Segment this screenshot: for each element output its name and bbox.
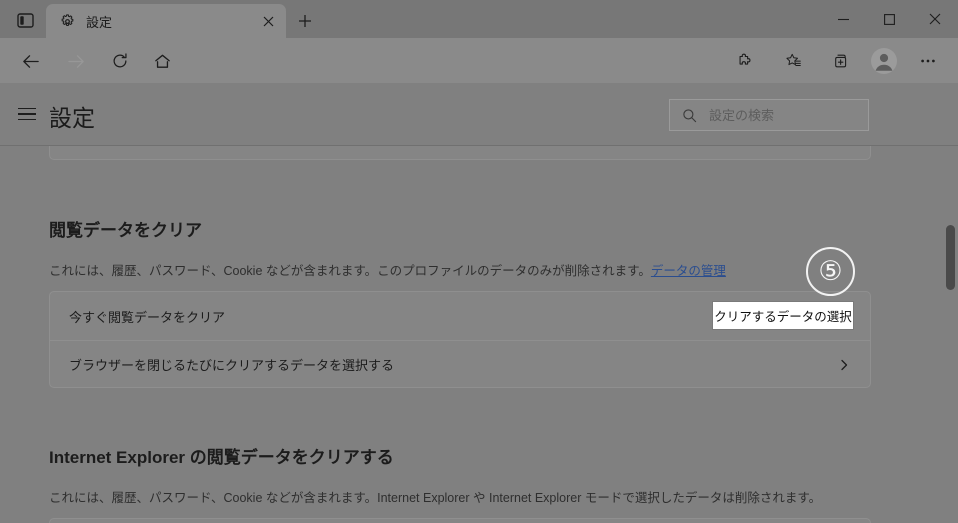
section-description-clear-ie-data: これには、履歴、パスワード、Cookie などが含まれます。Internet E… bbox=[49, 491, 822, 505]
forward-icon bbox=[60, 45, 92, 77]
home-icon[interactable] bbox=[146, 45, 178, 77]
search-input[interactable] bbox=[707, 106, 847, 124]
gear-icon bbox=[58, 12, 76, 30]
chevron-right-icon bbox=[838, 359, 850, 371]
tab-settings[interactable]: 設定 bbox=[46, 4, 286, 38]
browser-window: 設定 設定 設定の検索 閲覧データをクリア これには、履歴、パスワード、Cook… bbox=[0, 0, 958, 523]
favorites-star-icon[interactable] bbox=[778, 45, 810, 77]
scrollbar-thumb[interactable] bbox=[946, 225, 955, 290]
annotation-step-5: ⑤ bbox=[806, 247, 855, 296]
content-scrollbar[interactable] bbox=[943, 146, 958, 523]
new-tab-button[interactable] bbox=[292, 8, 318, 34]
next-section-card bbox=[49, 518, 871, 523]
collections-icon[interactable] bbox=[826, 45, 858, 77]
refresh-icon[interactable] bbox=[104, 45, 136, 77]
manage-data-link[interactable]: データの管理 bbox=[651, 264, 726, 278]
hamburger-line bbox=[18, 118, 36, 121]
section-title-clear-browsing-data: 閲覧データをクリア bbox=[49, 221, 202, 240]
previous-section-card bbox=[49, 146, 871, 160]
close-window-button[interactable] bbox=[912, 0, 958, 38]
section-description-text: これには、履歴、パスワード、Cookie などが含まれます。このプロファイルのデ… bbox=[49, 264, 651, 278]
tab-title: 設定 bbox=[86, 14, 113, 30]
row-clear-on-close[interactable]: ブラウザーを閉じるたびにクリアするデータを選択する bbox=[50, 340, 870, 388]
title-bar: 設定 bbox=[0, 0, 958, 38]
row-label-clear-on-close: ブラウザーを閉じるたびにクリアするデータを選択する bbox=[69, 358, 395, 373]
browser-toolbar: Edge edge://settings/privacy bbox=[0, 38, 958, 114]
profile-avatar-icon[interactable] bbox=[868, 45, 900, 77]
close-icon[interactable] bbox=[255, 8, 281, 34]
maximize-button[interactable] bbox=[866, 0, 912, 38]
choose-what-to-clear-button[interactable]: クリアするデータの選択 bbox=[712, 301, 854, 330]
hamburger-line bbox=[18, 113, 36, 115]
minimize-button[interactable] bbox=[820, 0, 866, 38]
settings-content: 閲覧データをクリア これには、履歴、パスワード、Cookie などが含まれます。… bbox=[0, 146, 958, 523]
hamburger-menu-icon[interactable] bbox=[18, 104, 40, 124]
row-label-clear-now: 今すぐ閲覧データをクリア bbox=[69, 309, 226, 325]
settings-search-box[interactable] bbox=[669, 99, 869, 131]
page-title: 設定 bbox=[49, 105, 95, 131]
section-title-clear-ie-data: Internet Explorer の閲覧データをクリアする bbox=[49, 448, 394, 467]
puzzle-icon[interactable] bbox=[730, 45, 762, 77]
window-controls bbox=[820, 0, 958, 38]
tab-actions-icon[interactable] bbox=[10, 8, 40, 32]
back-icon[interactable] bbox=[14, 45, 46, 77]
hamburger-line bbox=[18, 107, 36, 110]
section-description-clear-browsing-data: これには、履歴、パスワード、Cookie などが含まれます。このプロファイルのデ… bbox=[49, 260, 726, 279]
more-ellipsis-icon[interactable] bbox=[912, 45, 944, 77]
search-icon bbox=[682, 108, 697, 123]
